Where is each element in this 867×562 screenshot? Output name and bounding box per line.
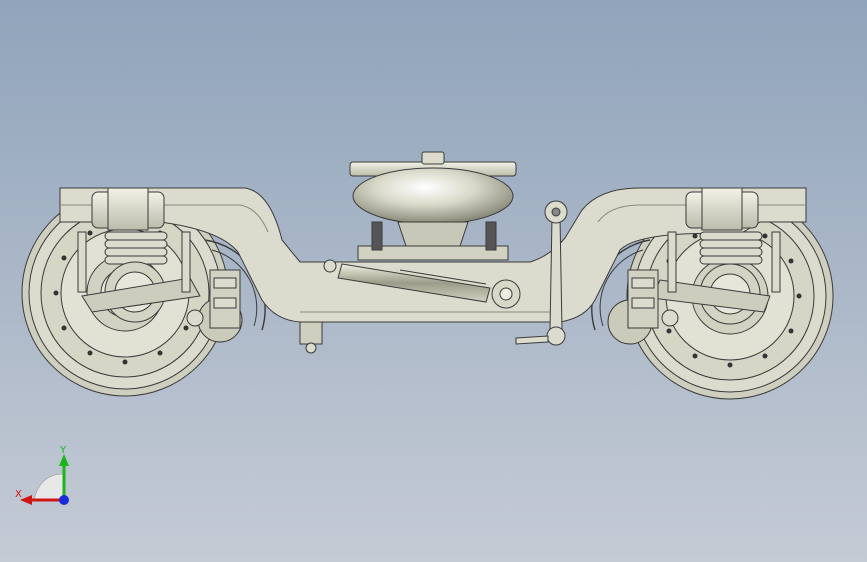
z-axis-dot	[59, 495, 69, 505]
right-primary-spring	[699, 231, 763, 265]
air-spring	[349, 151, 517, 261]
y-axis-label: Y	[59, 445, 67, 456]
coordinate-triad: Y X	[15, 445, 69, 505]
center-pivot	[299, 321, 323, 354]
3d-viewport[interactable]: Y X	[0, 0, 867, 562]
x-axis-label: X	[15, 489, 22, 500]
left-primary-spring	[104, 231, 168, 265]
bogie-model[interactable]	[0, 0, 867, 562]
